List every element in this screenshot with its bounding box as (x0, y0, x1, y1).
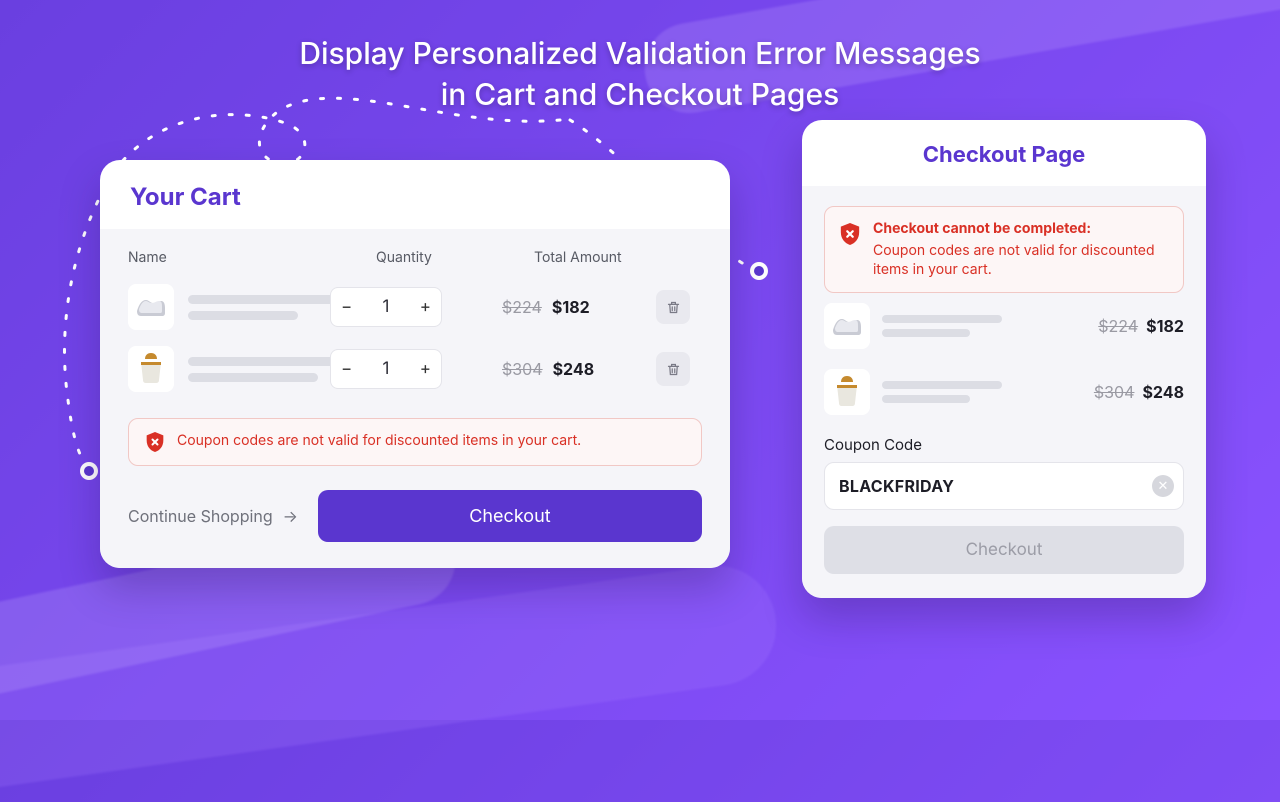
product-thumb-shoes (128, 284, 174, 330)
continue-shopping-link[interactable]: Continue Shopping → (128, 506, 298, 526)
checkout-button-disabled: Checkout (824, 526, 1184, 574)
trash-icon (666, 362, 681, 377)
qty-minus-icon[interactable]: − (341, 359, 352, 379)
cart-card: Your Cart Name Quantity Total Amount − 1… (100, 160, 730, 568)
checkout-row: $224 $182 (824, 293, 1184, 359)
page-headline: Display Personalized Validation Error Me… (0, 34, 1280, 115)
qty-minus-icon[interactable]: − (341, 297, 352, 317)
qty-value: 1 (383, 297, 390, 317)
quantity-stepper[interactable]: − 1 + (330, 349, 442, 389)
close-icon: ✕ (1158, 478, 1169, 494)
coupon-label: Coupon Code (824, 435, 1184, 454)
clear-coupon-button[interactable]: ✕ (1152, 475, 1174, 497)
cart-columns: Name Quantity Total Amount (128, 249, 702, 266)
checkout-card: Checkout Page Checkout cannot be complet… (802, 120, 1206, 598)
cart-error-banner: Coupon codes are not valid for discounte… (128, 418, 702, 466)
checkout-error-banner: Checkout cannot be completed: Coupon cod… (824, 206, 1184, 293)
checkout-label: Checkout (966, 540, 1043, 560)
shield-error-icon (839, 222, 861, 246)
connector-dot-left (80, 462, 98, 480)
col-qty: Quantity (376, 249, 534, 266)
cart-row: − 1 + $304 $248 (128, 338, 702, 400)
cart-title: Your Cart (100, 160, 730, 229)
product-thumb-bag (128, 346, 174, 392)
cart-error-text: Coupon codes are not valid for discounte… (177, 431, 581, 451)
connector-dot-right (750, 262, 768, 280)
continue-label: Continue Shopping (128, 506, 273, 526)
delete-button[interactable] (656, 290, 690, 324)
price-original: $304 (502, 359, 543, 379)
col-total: Total Amount (534, 249, 702, 266)
checkout-error-title: Checkout cannot be completed: (873, 219, 1169, 239)
checkout-label: Checkout (469, 506, 550, 527)
checkout-row: $304 $248 (824, 359, 1184, 425)
quantity-stepper[interactable]: − 1 + (330, 287, 442, 327)
arrow-right-icon: → (283, 506, 298, 526)
coupon-input[interactable] (824, 462, 1184, 510)
col-name: Name (128, 249, 376, 266)
price-original: $224 (1098, 316, 1138, 336)
cart-row: − 1 + $224 $182 (128, 276, 702, 338)
product-thumb-shoes (824, 303, 870, 349)
qty-value: 1 (383, 359, 390, 379)
price-final: $182 (1146, 316, 1184, 336)
price-original: $304 (1094, 382, 1135, 402)
delete-button[interactable] (656, 352, 690, 386)
price-final: $182 (552, 297, 590, 317)
price-final: $248 (1142, 382, 1184, 402)
checkout-button[interactable]: Checkout (318, 490, 702, 542)
checkout-title: Checkout Page (802, 120, 1206, 186)
shield-error-icon (145, 431, 165, 453)
price-original: $224 (502, 297, 542, 317)
checkout-error-body: Coupon codes are not valid for discounte… (873, 242, 1155, 279)
price-final: $248 (553, 359, 595, 379)
product-thumb-bag (824, 369, 870, 415)
trash-icon (666, 300, 681, 315)
qty-plus-icon[interactable]: + (420, 359, 431, 379)
qty-plus-icon[interactable]: + (420, 297, 431, 317)
